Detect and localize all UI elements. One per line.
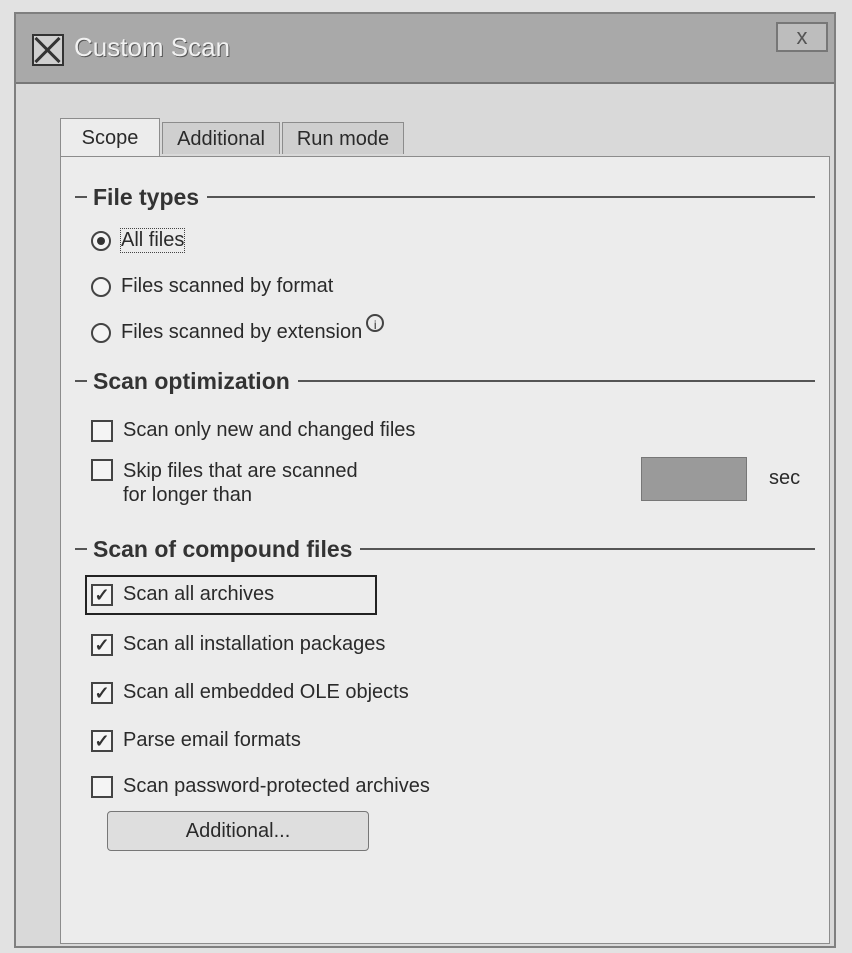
checkbox-skip-long-box[interactable] bbox=[91, 459, 113, 481]
checkbox-install-packages[interactable]: ✓ Scan all installation packages bbox=[91, 633, 385, 656]
checkbox-password-archives-label: Scan password-protected archives bbox=[123, 775, 430, 797]
skip-label-line-1: Skip files that are scanned bbox=[123, 460, 358, 482]
checkbox-install-packages-label: Scan all installation packages bbox=[123, 633, 386, 655]
file-types-group: File types bbox=[75, 183, 815, 211]
additional-button[interactable]: Additional... bbox=[107, 811, 369, 851]
custom-scan-window: Custom Scan x Scope Additional Run mode … bbox=[14, 12, 836, 948]
skip-label-line-2: for longer than bbox=[123, 484, 252, 506]
scan-optimization-group: Scan optimization bbox=[75, 367, 815, 395]
checkbox-email-formats-label: Parse email formats bbox=[123, 729, 301, 751]
app-icon bbox=[32, 34, 64, 66]
checkbox-skip-long[interactable]: Skip files that are scanned for longer t… bbox=[91, 459, 358, 507]
compound-files-group: Scan of compound files bbox=[75, 535, 815, 563]
window-title: Custom Scan bbox=[74, 32, 231, 62]
seconds-input[interactable] bbox=[641, 457, 747, 501]
radio-by-format[interactable]: Files scanned by format bbox=[91, 275, 333, 298]
checkbox-ole-objects[interactable]: ✓ Scan all embedded OLE objects bbox=[91, 681, 409, 704]
scope-panel: File types All files Files scanned by fo… bbox=[60, 156, 830, 944]
radio-by-extension-button[interactable] bbox=[91, 322, 111, 343]
checkbox-scan-archives[interactable]: ✓ Scan all archives bbox=[91, 583, 274, 606]
checkbox-install-packages-box[interactable]: ✓ bbox=[91, 633, 113, 656]
tab-scope[interactable]: Scope bbox=[60, 118, 160, 158]
checkbox-scan-archives-box[interactable]: ✓ bbox=[91, 583, 113, 606]
info-icon[interactable]: i bbox=[366, 313, 385, 332]
file-types-heading: File types bbox=[93, 183, 200, 210]
checkbox-scan-archives-label: Scan all archives bbox=[123, 583, 275, 605]
radio-all-files-button[interactable] bbox=[91, 230, 111, 251]
checkbox-new-changed[interactable]: Scan only new and changed files bbox=[91, 419, 415, 442]
compound-files-heading: Scan of compound files bbox=[93, 535, 353, 562]
tab-run-mode[interactable]: Run mode bbox=[282, 122, 404, 154]
radio-all-files[interactable]: All files bbox=[91, 228, 186, 253]
checkbox-password-archives[interactable]: Scan password-protected archives bbox=[91, 775, 430, 798]
radio-by-extension[interactable]: Files scanned by extension i bbox=[91, 313, 385, 344]
tab-additional[interactable]: Additional bbox=[162, 122, 280, 154]
checkbox-skip-long-label: Skip files that are scanned for longer t… bbox=[123, 459, 358, 507]
checkbox-password-archives-box[interactable] bbox=[91, 775, 113, 798]
checkbox-email-formats-box[interactable]: ✓ bbox=[91, 729, 113, 752]
checkbox-new-changed-box[interactable] bbox=[91, 419, 113, 442]
seconds-unit-label: sec bbox=[769, 467, 801, 489]
radio-by-format-label: Files scanned by format bbox=[121, 275, 334, 297]
close-button[interactable]: x bbox=[776, 22, 828, 52]
radio-by-format-button[interactable] bbox=[91, 276, 111, 297]
checkbox-new-changed-label: Scan only new and changed files bbox=[123, 419, 416, 441]
checkbox-ole-objects-label: Scan all embedded OLE objects bbox=[123, 681, 409, 703]
checkbox-email-formats[interactable]: ✓ Parse email formats bbox=[91, 729, 301, 752]
checkbox-ole-objects-box[interactable]: ✓ bbox=[91, 681, 113, 704]
title-bar: Custom Scan x bbox=[16, 14, 834, 84]
radio-by-extension-label: Files scanned by extension bbox=[121, 321, 363, 343]
scan-optimization-heading: Scan optimization bbox=[93, 367, 290, 394]
radio-all-files-label: All files bbox=[119, 228, 186, 253]
